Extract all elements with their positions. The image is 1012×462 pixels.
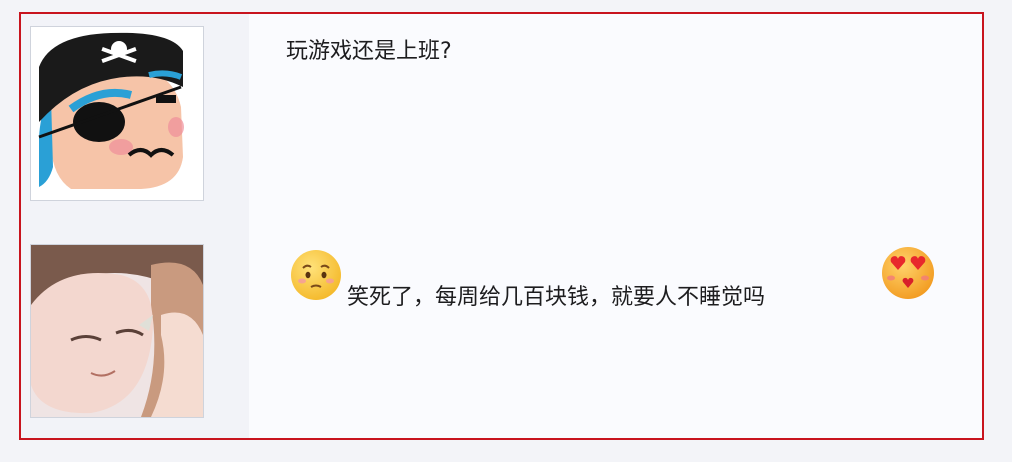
comment-frame: 玩游戏还是上班? 笑死了，每周给几百块钱，就要人不睡觉吗: [19, 12, 984, 440]
anime-couple-avatar-icon[interactable]: [30, 244, 204, 418]
worried-face-emoji-icon: [291, 250, 341, 300]
comment-text: 笑死了，每周给几百块钱，就要人不睡觉吗: [347, 285, 766, 310]
heart-eyes-kiss-emoji-icon: [882, 247, 934, 299]
comment-text: 玩游戏还是上班?: [286, 39, 452, 64]
pirate-avatar-icon[interactable]: [30, 26, 204, 201]
